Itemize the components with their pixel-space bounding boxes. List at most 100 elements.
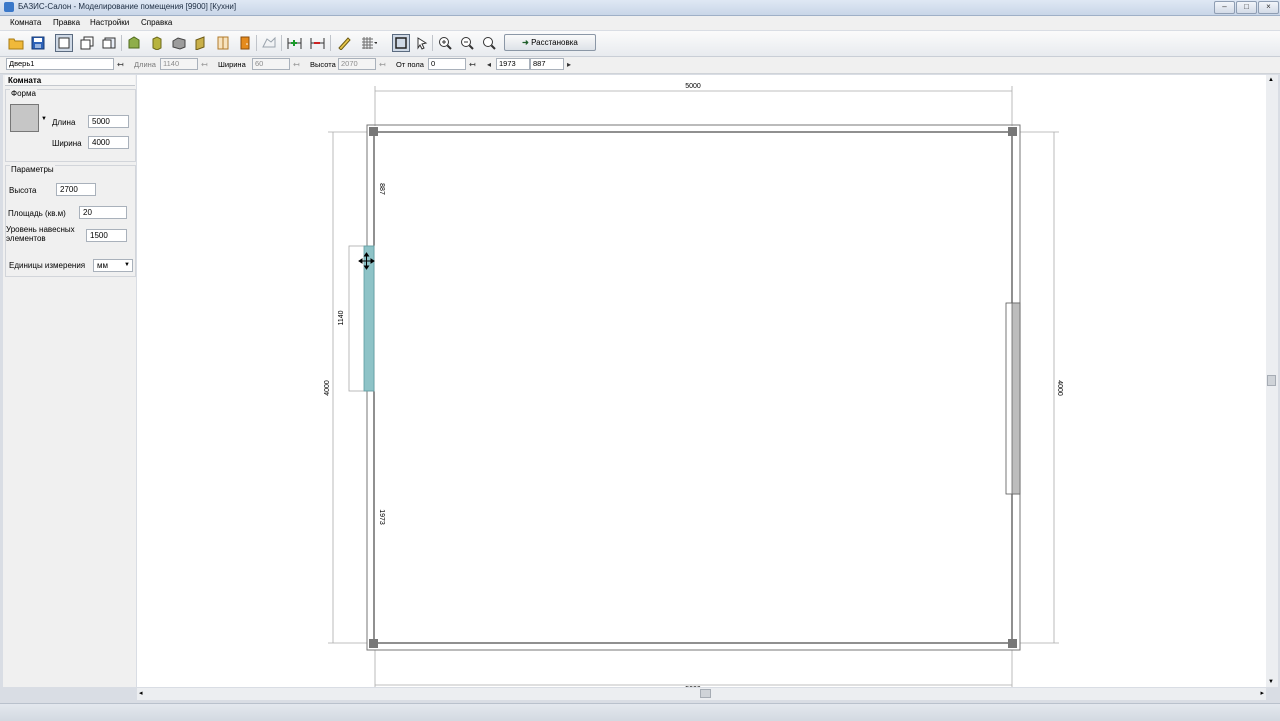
scroll-up-icon[interactable]: ▲ [1268, 77, 1274, 83]
arrow-right-icon[interactable]: ▸ [567, 60, 571, 69]
property-bar: Дверь1 ↤ Длина 1140 ↤ Ширина 60 ↤ Высота… [0, 57, 1280, 74]
menu-settings[interactable]: Настройки [90, 18, 129, 27]
grid-icon[interactable] [360, 34, 378, 52]
position-y-field[interactable]: 887 [530, 58, 564, 70]
left-dimension-label: 4000 [324, 380, 331, 396]
remove-element-icon[interactable] [309, 34, 327, 52]
add-element-icon[interactable] [286, 34, 304, 52]
scroll-right-icon[interactable]: ▸ [1260, 689, 1264, 697]
params-group: Параметры Высота 2700 Площадь (кв.м) 20 … [5, 165, 136, 277]
arrange-button[interactable]: ➜ Расстановка [504, 34, 596, 51]
door-icon[interactable] [236, 34, 254, 52]
measure-tool-icon[interactable] [335, 34, 353, 52]
zoom-out-icon[interactable] [458, 34, 476, 52]
room-panel: Комната Форма ▼ Длина 5000 Ширина 4000 П… [3, 75, 136, 687]
scroll-left-icon[interactable]: ◂ [139, 689, 143, 697]
panel-icon[interactable] [192, 34, 210, 52]
length-label: Длина [134, 60, 156, 69]
right-dimension-label: 4000 [1056, 380, 1063, 396]
column-icon[interactable] [148, 34, 166, 52]
door-length-label: 1140 [338, 310, 345, 325]
panel-header: Комната [5, 75, 135, 86]
gap-top-label: 887 [378, 183, 385, 195]
apply-arrow-icon[interactable]: ↤ [293, 60, 300, 69]
bottom-dimension [374, 650, 1013, 687]
apply-arrow-icon[interactable]: ↤ [469, 60, 476, 69]
room-height-label: Высота [9, 186, 37, 195]
open-folder-icon[interactable] [7, 34, 25, 52]
apply-arrow-icon[interactable]: ↤ [201, 60, 208, 69]
duplicate-icon[interactable] [100, 34, 118, 52]
scroll-down-icon[interactable]: ▼ [1268, 679, 1274, 685]
polygon-icon[interactable] [260, 34, 278, 52]
arrow-left-icon[interactable]: ◂ [487, 60, 491, 69]
length-field[interactable]: 1140 [160, 58, 198, 70]
area-field[interactable]: 20 [79, 206, 127, 219]
gap-bottom-label: 1973 [378, 509, 385, 525]
room-inner-wall[interactable] [373, 131, 1013, 644]
vertical-scrollbar[interactable]: ▲ ▼ [1266, 75, 1278, 687]
hanging-level-label: Уровень навесных элементов [6, 225, 75, 243]
top-dimension-label: 5000 [685, 83, 701, 90]
menu-help[interactable]: Справка [141, 18, 172, 27]
corner-node[interactable] [369, 127, 378, 136]
drawing-canvas[interactable]: 5000 4000 4000 5000 [137, 75, 1266, 687]
window-title: БАЗИС-Салон - Моделирование помещения [9… [18, 2, 237, 11]
object-name-field[interactable]: Дверь1 [6, 58, 114, 70]
menu-room[interactable]: Комната [10, 18, 41, 27]
close-button[interactable]: × [1258, 1, 1279, 14]
wall-window[interactable] [1011, 302, 1021, 495]
horizontal-scrollbar[interactable]: ◂ ▸ [137, 688, 1266, 700]
width-field[interactable]: 60 [252, 58, 290, 70]
height-field[interactable]: 2070 [338, 58, 376, 70]
area-label: Площадь (кв.м) [8, 209, 66, 218]
bottom-dimension-label: 5000 [685, 686, 701, 687]
top-dimension [374, 86, 1013, 126]
vertical-scroll-thumb[interactable] [1267, 375, 1276, 386]
room-shape-preview[interactable] [10, 104, 39, 132]
room-width-label: Ширина [52, 139, 82, 148]
menu-edit[interactable]: Правка [53, 18, 80, 27]
apply-arrow-icon[interactable]: ↤ [379, 60, 386, 69]
units-select[interactable]: мм ▼ [93, 259, 133, 272]
corner-node[interactable] [369, 639, 378, 648]
dropdown-arrow-icon[interactable]: ▼ [41, 116, 47, 122]
room-length-field[interactable]: 5000 [88, 115, 129, 128]
corner-node[interactable] [1008, 127, 1017, 136]
toolbar [0, 31, 1280, 57]
room-length-label: Длина [52, 118, 76, 127]
dropdown-arrow-icon: ▼ [124, 262, 130, 268]
apply-arrow-icon[interactable]: ↤ [117, 60, 124, 69]
arrange-button-label: Расстановка [531, 38, 578, 47]
shape-group-title: Форма [10, 89, 37, 98]
right-dimension [1020, 131, 1059, 644]
copy-icon[interactable] [78, 34, 96, 52]
wall-icon[interactable] [125, 34, 143, 52]
zoom-fit-icon[interactable] [480, 34, 498, 52]
room-height-field[interactable]: 2700 [56, 183, 96, 196]
width-label: Ширина [218, 60, 246, 69]
room-view-icon[interactable] [55, 34, 73, 52]
corner-node[interactable] [1008, 639, 1017, 648]
pointer-icon[interactable] [413, 34, 431, 52]
frame-view-icon[interactable] [392, 34, 410, 52]
save-icon[interactable] [29, 34, 47, 52]
arrow-right-icon: ➜ [522, 38, 532, 47]
floor-offset-field[interactable]: 0 [428, 58, 466, 70]
horizontal-scroll-thumb[interactable] [700, 689, 711, 698]
zoom-in-icon[interactable] [436, 34, 454, 52]
box-icon[interactable] [170, 34, 188, 52]
minimize-button[interactable]: – [1214, 1, 1235, 14]
room-width-field[interactable]: 4000 [88, 136, 129, 149]
units-value: мм [97, 261, 108, 270]
window-icon[interactable] [214, 34, 232, 52]
position-x-field[interactable]: 1973 [496, 58, 530, 70]
menu-bar: Комната Правка Настройки Справка [0, 16, 1280, 30]
units-label: Единицы измерения [9, 261, 86, 270]
app-icon [4, 2, 14, 12]
title-bar: БАЗИС-Салон - Моделирование помещения [9… [0, 0, 1280, 16]
maximize-button[interactable]: □ [1236, 1, 1257, 14]
shape-group: Форма ▼ Длина 5000 Ширина 4000 [5, 89, 136, 162]
params-group-title: Параметры [10, 165, 55, 174]
hanging-level-field[interactable]: 1500 [86, 229, 127, 242]
